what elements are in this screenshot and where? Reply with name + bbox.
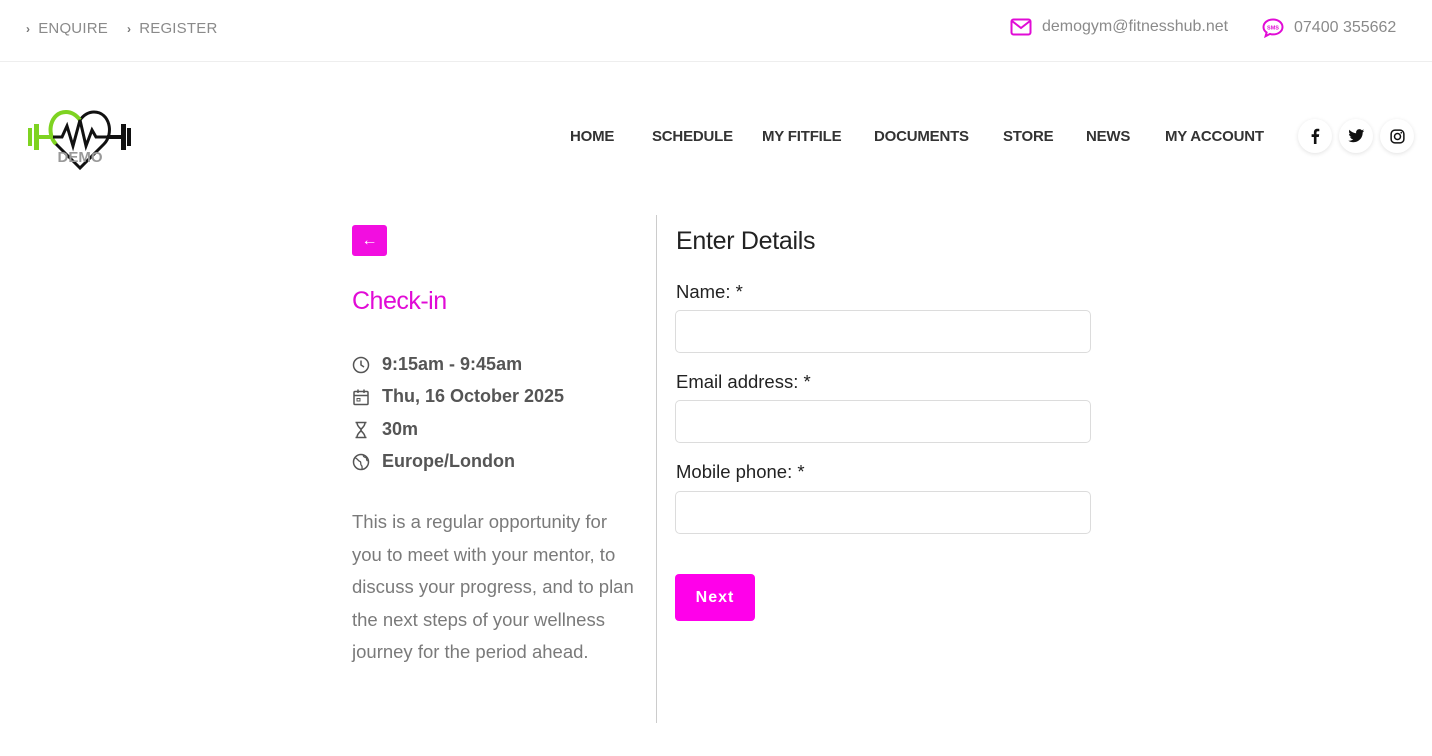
register-link[interactable]: › REGISTER <box>127 20 217 37</box>
email-contact[interactable]: demogym@fitnesshub.net <box>1010 18 1228 36</box>
hourglass-icon <box>355 421 367 438</box>
next-button[interactable]: Next <box>675 574 755 621</box>
email-label: Email address: * <box>676 371 811 392</box>
email-input[interactable] <box>675 400 1091 443</box>
nav-my-account[interactable]: MY ACCOUNT <box>1165 128 1264 145</box>
site-logo[interactable]: DEMO <box>26 106 134 172</box>
instagram-button[interactable] <box>1380 119 1414 153</box>
chevron-right-icon: › <box>26 21 31 36</box>
nav-news[interactable]: NEWS <box>1086 128 1130 145</box>
facebook-button[interactable] <box>1298 119 1332 153</box>
event-duration-text: 30m <box>382 419 419 439</box>
calendar-icon <box>353 389 369 405</box>
clock-icon <box>352 356 370 373</box>
event-description: This is a regular opportunity for you to… <box>352 511 634 662</box>
phone-input[interactable] <box>675 491 1091 534</box>
event-title: Check-in <box>352 287 447 315</box>
nav-schedule[interactable]: SCHEDULE <box>652 128 733 145</box>
nav-home[interactable]: HOME <box>570 128 614 145</box>
enquire-label: ENQUIRE <box>38 20 108 37</box>
back-button[interactable]: ← <box>352 225 387 256</box>
event-duration: 30m <box>352 419 418 440</box>
phone-contact[interactable]: SMS 07400 355662 <box>1262 18 1396 38</box>
instagram-icon <box>1389 128 1405 144</box>
event-timezone-text: Europe/London <box>382 451 515 471</box>
name-label: Name: * <box>676 281 743 302</box>
globe-icon <box>352 453 370 470</box>
facebook-icon <box>1311 128 1320 144</box>
twitter-icon <box>1347 129 1364 143</box>
enquire-link[interactable]: › ENQUIRE <box>26 20 108 37</box>
column-divider <box>656 215 657 723</box>
event-date: Thu, 16 October 2025 <box>352 386 564 407</box>
email-text: demogym@fitnesshub.net <box>1042 18 1229 35</box>
phone-text: 07400 355662 <box>1294 19 1397 36</box>
logo-text: DEMO <box>58 149 103 166</box>
event-time: 9:15am - 9:45am <box>352 354 522 375</box>
form-title: Enter Details <box>676 227 816 255</box>
event-date-text: Thu, 16 October 2025 <box>382 386 565 406</box>
nav-documents[interactable]: DOCUMENTS <box>874 128 969 145</box>
sms-bubble-icon: SMS <box>1262 18 1284 38</box>
chevron-right-icon: › <box>127 21 132 36</box>
register-label: REGISTER <box>139 20 218 37</box>
event-timezone: Europe/London <box>352 451 515 472</box>
top-bar: › ENQUIRE › REGISTER demogym@fitnesshub.… <box>0 0 1432 62</box>
name-input[interactable] <box>675 310 1091 353</box>
envelope-icon <box>1010 18 1032 36</box>
twitter-button[interactable] <box>1339 119 1373 153</box>
nav-store[interactable]: STORE <box>1003 128 1054 145</box>
event-time-text: 9:15am - 9:45am <box>382 354 523 374</box>
nav-my-fitfile[interactable]: MY FITFILE <box>762 128 842 145</box>
svg-text:SMS: SMS <box>1267 25 1279 31</box>
arrow-left-icon: ← <box>361 231 378 249</box>
phone-label: Mobile phone: * <box>676 461 805 482</box>
